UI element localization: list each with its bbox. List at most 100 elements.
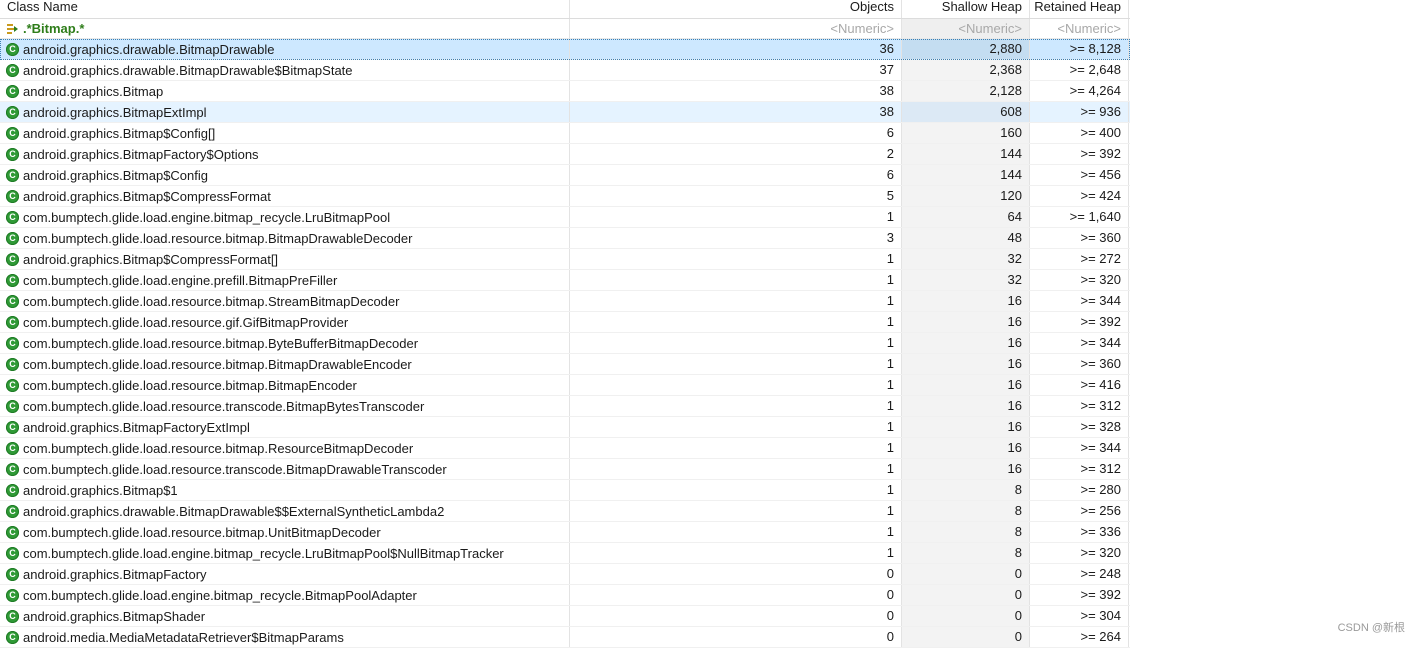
class-name-cell[interactable]: Ccom.bumptech.glide.load.resource.gif.Gi… — [0, 312, 570, 332]
class-icon: C — [6, 126, 19, 140]
class-name-text: android.media.MediaMetadataRetriever$Bit… — [23, 629, 344, 645]
class-name-cell[interactable]: Ccom.bumptech.glide.load.resource.transc… — [0, 396, 570, 416]
table-row[interactable]: Candroid.graphics.drawable.BitmapDrawabl… — [0, 39, 1130, 60]
class-name-cell[interactable]: Candroid.media.MediaMetadataRetriever$Bi… — [0, 627, 570, 647]
class-name-cell[interactable]: Ccom.bumptech.glide.load.engine.prefill.… — [0, 270, 570, 290]
table-row[interactable]: Candroid.graphics.Bitmap$1 1 8 >= 280 — [0, 480, 1130, 501]
table-row[interactable]: Ccom.bumptech.glide.load.resource.transc… — [0, 459, 1130, 480]
class-name-cell[interactable]: Ccom.bumptech.glide.load.resource.bitmap… — [0, 522, 570, 542]
shallow-heap-cell: 120 — [902, 186, 1030, 206]
table-row[interactable]: Ccom.bumptech.glide.load.resource.bitmap… — [0, 438, 1130, 459]
table-row[interactable]: Candroid.graphics.Bitmap$CompressFormat[… — [0, 249, 1130, 270]
class-name-cell[interactable]: Candroid.graphics.drawable.BitmapDrawabl… — [0, 39, 570, 59]
retained-heap-cell: >= 280 — [1030, 480, 1129, 500]
retained-heap-cell: >= 256 — [1030, 501, 1129, 521]
class-name-cell[interactable]: Candroid.graphics.Bitmap — [0, 81, 570, 101]
class-name-filter-text[interactable]: .*Bitmap.* — [23, 21, 84, 36]
table-row[interactable]: Ccom.bumptech.glide.load.resource.bitmap… — [0, 522, 1130, 543]
table-row[interactable]: Candroid.graphics.Bitmap$CompressFormat 5… — [0, 186, 1130, 207]
table-row[interactable]: Ccom.bumptech.glide.load.resource.bitmap… — [0, 354, 1130, 375]
retained-heap-filter[interactable]: <Numeric> — [1030, 19, 1129, 38]
table-row[interactable]: Ccom.bumptech.glide.load.engine.bitmap_r… — [0, 207, 1130, 228]
table-row[interactable]: Candroid.graphics.drawable.BitmapDrawabl… — [0, 501, 1130, 522]
table-row[interactable]: Ccom.bumptech.glide.load.engine.bitmap_r… — [0, 543, 1130, 564]
class-icon: C — [6, 504, 19, 518]
table-row[interactable]: Candroid.graphics.BitmapFactory 0 0 >= 248 — [0, 564, 1130, 585]
table-row[interactable]: Ccom.bumptech.glide.load.engine.prefill.… — [0, 270, 1130, 291]
column-header-objects[interactable]: Objects — [570, 0, 902, 18]
class-name-cell[interactable]: Candroid.graphics.Bitmap$CompressFormat — [0, 186, 570, 206]
table-row[interactable]: Ccom.bumptech.glide.load.resource.bitmap… — [0, 375, 1130, 396]
class-icon: C — [6, 420, 19, 434]
class-name-cell[interactable]: Candroid.graphics.drawable.BitmapDrawabl… — [0, 501, 570, 521]
column-header-retained-heap[interactable]: Retained Heap — [1030, 0, 1129, 18]
class-name-cell[interactable]: Candroid.graphics.drawable.BitmapDrawabl… — [0, 60, 570, 80]
shallow-heap-cell: 8 — [902, 480, 1030, 500]
table-body: Candroid.graphics.drawable.BitmapDrawabl… — [0, 39, 1130, 648]
class-icon: C — [6, 273, 19, 287]
class-name-cell[interactable]: Ccom.bumptech.glide.load.resource.transc… — [0, 459, 570, 479]
class-name-cell[interactable]: Candroid.graphics.BitmapFactoryExtImpl — [0, 417, 570, 437]
class-name-cell[interactable]: Candroid.graphics.BitmapFactory — [0, 564, 570, 584]
retained-heap-cell: >= 344 — [1030, 333, 1129, 353]
objects-cell: 5 — [570, 186, 902, 206]
objects-cell: 1 — [570, 396, 902, 416]
retained-heap-cell: >= 2,648 — [1030, 60, 1129, 80]
shallow-heap-cell: 2,128 — [902, 81, 1030, 101]
table-row[interactable]: Candroid.graphics.drawable.BitmapDrawabl… — [0, 60, 1130, 81]
retained-heap-cell: >= 416 — [1030, 375, 1129, 395]
table-row[interactable]: Candroid.media.MediaMetadataRetriever$Bi… — [0, 627, 1130, 648]
class-name-cell[interactable]: Ccom.bumptech.glide.load.engine.bitmap_r… — [0, 543, 570, 563]
class-name-cell[interactable]: Ccom.bumptech.glide.load.resource.bitmap… — [0, 291, 570, 311]
class-name-text: com.bumptech.glide.load.resource.bitmap.… — [23, 356, 412, 372]
class-name-text: android.graphics.Bitmap$1 — [23, 482, 178, 498]
table-row[interactable]: Candroid.graphics.BitmapFactory$Options 2… — [0, 144, 1130, 165]
class-name-cell[interactable]: Ccom.bumptech.glide.load.engine.bitmap_r… — [0, 207, 570, 227]
table-row[interactable]: Candroid.graphics.BitmapShader 0 0 >= 304 — [0, 606, 1130, 627]
class-name-cell[interactable]: Ccom.bumptech.glide.load.engine.bitmap_r… — [0, 585, 570, 605]
objects-cell: 1 — [570, 207, 902, 227]
class-name-cell[interactable]: Ccom.bumptech.glide.load.resource.bitmap… — [0, 228, 570, 248]
table-row[interactable]: Ccom.bumptech.glide.load.resource.bitmap… — [0, 291, 1130, 312]
objects-cell: 1 — [570, 354, 902, 374]
table-row[interactable]: Ccom.bumptech.glide.load.resource.transc… — [0, 396, 1130, 417]
table-row[interactable]: Candroid.graphics.BitmapFactoryExtImpl 1 1… — [0, 417, 1130, 438]
class-name-cell[interactable]: Candroid.graphics.Bitmap$CompressFormat[… — [0, 249, 570, 269]
class-name-text: com.bumptech.glide.load.engine.bitmap_re… — [23, 209, 391, 225]
class-icon: C — [6, 63, 19, 77]
class-name-cell[interactable]: Candroid.graphics.BitmapExtImpl — [0, 102, 570, 122]
class-name-cell[interactable]: Candroid.graphics.Bitmap$1 — [0, 480, 570, 500]
objects-filter[interactable]: <Numeric> — [570, 19, 902, 38]
table-row[interactable]: Candroid.graphics.BitmapExtImpl 38 608 >= 9… — [0, 102, 1130, 123]
retained-heap-cell: >= 344 — [1030, 438, 1129, 458]
class-name-cell[interactable]: Ccom.bumptech.glide.load.resource.bitmap… — [0, 333, 570, 353]
class-name-filter[interactable]: .*Bitmap.* — [0, 19, 570, 38]
class-icon: C — [6, 525, 19, 539]
class-name-text: android.graphics.Bitmap$Config — [23, 167, 208, 183]
class-name-cell[interactable]: Ccom.bumptech.glide.load.resource.bitmap… — [0, 375, 570, 395]
objects-cell: 1 — [570, 333, 902, 353]
class-name-cell[interactable]: Candroid.graphics.BitmapFactory$Options — [0, 144, 570, 164]
class-name-cell[interactable]: Candroid.graphics.Bitmap$Config[] — [0, 123, 570, 143]
table-row[interactable]: Candroid.graphics.Bitmap$Config[] 6 160 >= … — [0, 123, 1130, 144]
shallow-heap-filter[interactable]: <Numeric> — [902, 19, 1030, 38]
column-header-shallow-heap[interactable]: Shallow Heap — [902, 0, 1030, 18]
class-name-text: com.bumptech.glide.load.resource.bitmap.… — [23, 524, 381, 540]
class-icon: C — [6, 210, 19, 224]
table-row[interactable]: Ccom.bumptech.glide.load.engine.bitmap_r… — [0, 585, 1130, 606]
column-header-class-name[interactable]: Class Name — [0, 0, 570, 18]
table-row[interactable]: Candroid.graphics.Bitmap 38 2,128 >= 4,264 — [0, 81, 1130, 102]
class-icon: C — [6, 630, 19, 644]
table-row[interactable]: Candroid.graphics.Bitmap$Config 6 144 >= 45… — [0, 165, 1130, 186]
retained-heap-cell: >= 392 — [1030, 312, 1129, 332]
class-name-text: com.bumptech.glide.load.resource.gif.Gif… — [23, 314, 349, 330]
class-name-cell[interactable]: Candroid.graphics.Bitmap$Config — [0, 165, 570, 185]
table-row[interactable]: Ccom.bumptech.glide.load.resource.bitmap… — [0, 228, 1130, 249]
table-row[interactable]: Ccom.bumptech.glide.load.resource.bitmap… — [0, 333, 1130, 354]
class-name-cell[interactable]: Candroid.graphics.BitmapShader — [0, 606, 570, 626]
class-name-cell[interactable]: Ccom.bumptech.glide.load.resource.bitmap… — [0, 354, 570, 374]
objects-cell: 1 — [570, 291, 902, 311]
class-name-cell[interactable]: Ccom.bumptech.glide.load.resource.bitmap… — [0, 438, 570, 458]
shallow-heap-cell: 8 — [902, 522, 1030, 542]
table-row[interactable]: Ccom.bumptech.glide.load.resource.gif.Gi… — [0, 312, 1130, 333]
